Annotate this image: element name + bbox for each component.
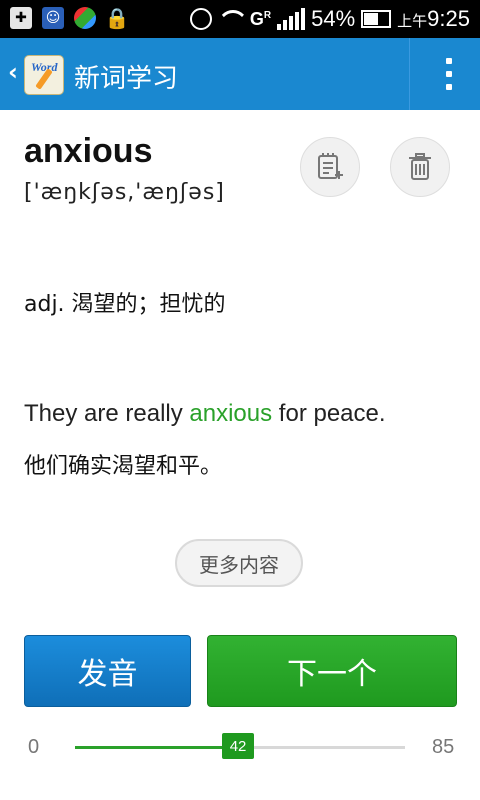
trash-icon xyxy=(409,153,431,180)
example-sentence: They are really anxious for peace. xyxy=(24,400,386,428)
app-logo[interactable]: Word xyxy=(24,55,64,95)
app-bar: ‹ Word 新词学习 xyxy=(0,38,480,110)
example-before: They are really xyxy=(24,400,190,427)
example-highlight: anxious xyxy=(189,400,273,427)
system-status: GR 54% 上午9:25 xyxy=(189,6,470,32)
lock-notification-icon: 🔒 xyxy=(104,6,130,30)
more-content-button[interactable]: 更多内容 xyxy=(175,539,303,587)
progress-min: 0 xyxy=(28,736,40,758)
headword: anxious xyxy=(24,132,153,170)
signal-icon xyxy=(277,8,306,30)
status-bar: ✚ ☺ 🔒 GR 54% 上午9:25 xyxy=(0,0,480,38)
back-chevron-icon[interactable]: ‹ xyxy=(8,58,18,86)
battery-percent: 54% xyxy=(311,6,356,31)
delete-button[interactable] xyxy=(390,137,450,197)
notebook-add-icon xyxy=(318,153,343,179)
example-after: for peace. xyxy=(272,400,386,427)
progress-slider[interactable]: 42 xyxy=(75,733,405,759)
network-type: GR xyxy=(249,8,272,29)
sync-notification-icon xyxy=(74,7,96,29)
clock: 上午9:25 xyxy=(397,6,470,31)
wifi-icon xyxy=(218,10,244,28)
notification-icons: ✚ ☺ 🔒 xyxy=(10,6,130,30)
divider xyxy=(409,38,410,110)
progress-fill xyxy=(75,746,239,749)
page-title: 新词学习 xyxy=(74,64,179,94)
add-to-notebook-button[interactable] xyxy=(300,137,360,197)
progress-thumb[interactable]: 42 xyxy=(222,733,255,759)
example-translation: 他们确实渴望和平。 xyxy=(24,454,223,479)
definition: adj. 渴望的；担忧的 xyxy=(24,292,226,317)
progress-max: 85 xyxy=(432,736,455,758)
add-notification-icon: ✚ xyxy=(10,7,32,29)
contacts-notification-icon: ☺ xyxy=(42,7,64,29)
overflow-menu-icon[interactable] xyxy=(446,58,454,90)
pronounce-button[interactable]: 发音 xyxy=(24,635,191,707)
phonetic: ['æŋkʃəs,'æŋʃəs] xyxy=(24,180,225,205)
battery-icon xyxy=(361,10,392,28)
alarm-icon xyxy=(189,8,212,30)
next-word-button[interactable]: 下一个 xyxy=(207,635,457,707)
